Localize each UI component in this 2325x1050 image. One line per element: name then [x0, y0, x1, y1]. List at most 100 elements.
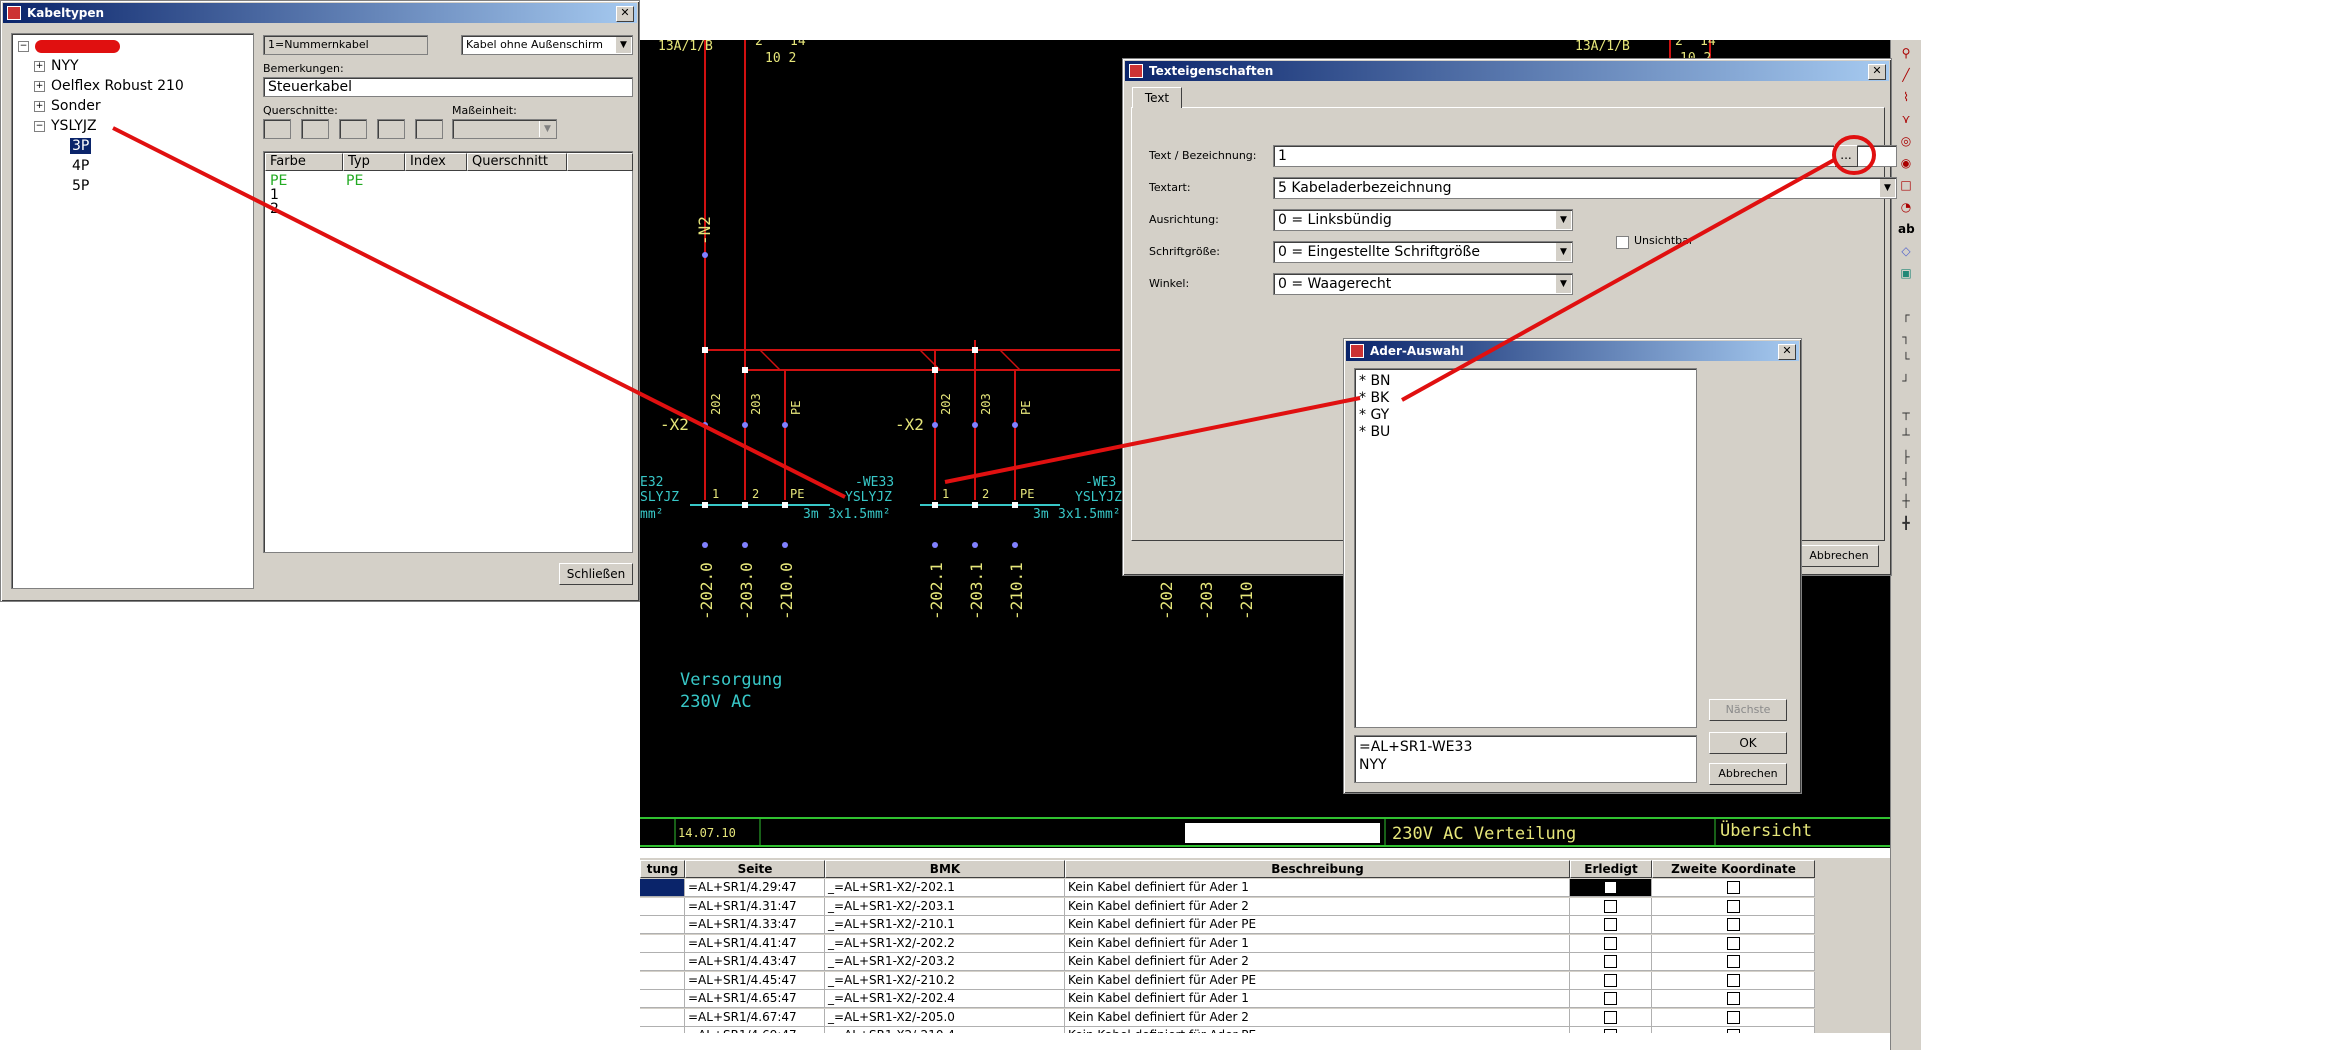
table-cell[interactable]	[640, 916, 685, 934]
table-cell[interactable]: _=AL+SR1-X2/-210.4	[825, 1027, 1065, 1033]
table-cell[interactable]: Kein Kabel definiert für Ader PE	[1065, 971, 1570, 990]
ok-button[interactable]: OK	[1709, 732, 1787, 754]
table-cell[interactable]: Kein Kabel definiert für Ader 1	[1065, 879, 1570, 897]
grid-header-zweite-koordinate[interactable]: Zweite Koordinate	[1652, 860, 1815, 878]
expand-icon[interactable]: +	[34, 100, 45, 112]
grid-header-seite[interactable]: Seite	[685, 860, 825, 878]
corner-topleft-icon[interactable]: ┌	[1898, 308, 1914, 322]
table-cell[interactable]	[640, 1027, 685, 1033]
table-cell[interactable]	[640, 953, 685, 971]
collapse-icon[interactable]: −	[18, 40, 29, 52]
erledigt-cell[interactable]	[1570, 879, 1652, 897]
chevron-down-icon[interactable]: ▼	[1555, 243, 1571, 261]
table-cell[interactable]: Kein Kabel definiert für Ader PE	[1065, 1027, 1570, 1033]
polyline-icon[interactable]: ⌇	[1898, 90, 1914, 104]
table-cell[interactable]: Kein Kabel definiert für Ader 1	[1065, 934, 1570, 953]
table-row[interactable]: =AL+SR1/4.43:47 _=AL+SR1-X2/-203.2 Kein Ka…	[640, 953, 1815, 971]
close-icon[interactable]: ✕	[1778, 344, 1796, 360]
erledigt-checkbox[interactable]	[1604, 936, 1617, 950]
table-cell[interactable]: _=AL+SR1-X2/-203.1	[825, 897, 1065, 916]
cancel-button[interactable]: Abbrechen	[1799, 545, 1879, 567]
masseinheit-select[interactable]: ▼	[452, 119, 557, 139]
table-cell[interactable]: =AL+SR1/4.31:47	[685, 897, 825, 916]
erledigt-checkbox[interactable]	[1604, 1010, 1617, 1024]
table-row[interactable]: =AL+SR1/4.29:47 _=AL+SR1-X2/-202.1 Kein Ka…	[640, 879, 1815, 897]
table-row[interactable]: =AL+SR1/4.33:47 _=AL+SR1-X2/-210.1 Kein Ka…	[640, 916, 1815, 934]
tree-item-cable-family[interactable]: + Oelflex Robust 210	[34, 78, 184, 94]
table-cell[interactable]: Kein Kabel definiert für Ader 2	[1065, 897, 1570, 916]
text-tool-icon[interactable]: ab	[1898, 222, 1915, 236]
collapse-icon[interactable]: −	[34, 120, 45, 132]
querschnitt-field-2[interactable]	[301, 119, 329, 139]
chevron-down-icon[interactable]: ▼	[1555, 211, 1571, 229]
zweite-koordinate-checkbox[interactable]	[1726, 1010, 1740, 1024]
querschnitt-field-1[interactable]	[263, 119, 291, 139]
table-cell[interactable]: _=AL+SR1-X2/-202.4	[825, 990, 1065, 1008]
table-row[interactable]: =AL+SR1/4.65:47 _=AL+SR1-X2/-202.4 Kein Ka…	[640, 990, 1815, 1008]
erledigt-cell[interactable]	[1570, 897, 1652, 916]
tee-left-icon[interactable]: ┤	[1898, 472, 1914, 486]
table-cell[interactable]: =AL+SR1/4.43:47	[685, 953, 825, 971]
table-row[interactable]: =AL+SR1/4.69:47_=AL+SR1-X2/-210.4Kein Ka…	[640, 1027, 1815, 1033]
core-list-item[interactable]: * BN	[1359, 373, 1692, 390]
bemerkungen-input[interactable]: Steuerkabel	[263, 77, 633, 97]
zweite-koordinate-checkbox[interactable]	[1726, 881, 1740, 894]
table-cell[interactable]: Kein Kabel definiert für Ader 2	[1065, 1008, 1570, 1027]
table-cell[interactable]: =AL+SR1/4.69:47	[685, 1027, 825, 1033]
expand-icon[interactable]: +	[34, 60, 45, 72]
chevron-down-icon[interactable]: ▼	[615, 37, 631, 53]
tree-item-cable-family[interactable]: − YSLYJZ	[34, 118, 97, 134]
table-cell[interactable]: _=AL+SR1-X2/-202.1	[825, 879, 1065, 897]
line-icon[interactable]: ╱	[1898, 68, 1914, 82]
core-listbox[interactable]: * BN * BK * GY * BU	[1354, 368, 1697, 728]
grid-header-beschreibung[interactable]: Beschreibung	[1065, 860, 1570, 878]
cores-column-header[interactable]: Farbe	[265, 153, 343, 171]
querschnitt-field-4[interactable]	[377, 119, 405, 139]
erledigt-cell[interactable]	[1570, 971, 1652, 990]
table-cell[interactable]: _=AL+SR1-X2/-203.2	[825, 953, 1065, 971]
field-input[interactable]: 1	[1273, 145, 1897, 167]
tree-item-variant[interactable]: 3P	[70, 138, 92, 154]
field-input[interactable]: 5 Kabeladerbezeichnung ▼	[1273, 177, 1897, 199]
table-cell[interactable]	[640, 879, 685, 897]
chevron-down-icon[interactable]: ▼	[539, 121, 555, 137]
erledigt-cell[interactable]	[1570, 1008, 1652, 1027]
erledigt-cell[interactable]	[1570, 934, 1652, 953]
tree-item-cable-family[interactable]: + Sonder	[34, 98, 101, 114]
table-cell[interactable]: _=AL+SR1-X2/-205.0	[825, 1008, 1065, 1027]
core-list-item[interactable]: * BK	[1359, 390, 1692, 407]
cancel-button[interactable]: Abbrechen	[1709, 763, 1787, 785]
core-type-cell[interactable]: PE	[346, 174, 363, 188]
querschnitt-field-3[interactable]	[339, 119, 367, 139]
zweite-koordinate-cell[interactable]	[1652, 897, 1815, 916]
tree-item-variant[interactable]: 4P	[70, 158, 91, 174]
zweite-koordinate-cell[interactable]	[1652, 971, 1815, 990]
erledigt-checkbox[interactable]	[1604, 992, 1617, 1005]
table-cell[interactable]	[640, 1008, 685, 1027]
zweite-koordinate-cell[interactable]	[1652, 1008, 1815, 1027]
table-cell[interactable]	[640, 971, 685, 990]
core-list-item[interactable]: * BU	[1359, 424, 1692, 441]
table-cell[interactable]: Kein Kabel definiert für Ader 1	[1065, 990, 1570, 1008]
erledigt-checkbox[interactable]	[1604, 955, 1617, 968]
table-cell[interactable]: Kein Kabel definiert für Ader 2	[1065, 953, 1570, 971]
grid-header-bmk[interactable]: BMK	[825, 860, 1065, 878]
field-input[interactable]: 0 = Eingestellte Schriftgröße ▼	[1273, 241, 1573, 263]
field-input[interactable]: 0 = Waagerecht ▼	[1273, 273, 1573, 295]
tree-item-cable-family[interactable]: + NYY	[34, 58, 79, 74]
zweite-koordinate-cell[interactable]	[1652, 934, 1815, 953]
zweite-koordinate-checkbox[interactable]	[1726, 936, 1740, 950]
chevron-down-icon[interactable]: ▼	[1879, 179, 1895, 197]
close-button[interactable]: Schließen	[559, 563, 633, 585]
tree-item-variant[interactable]: 5P	[70, 178, 91, 194]
core-list-item[interactable]: * GY	[1359, 407, 1692, 424]
zweite-koordinate-checkbox[interactable]	[1726, 1029, 1740, 1033]
tree-root[interactable]: −	[18, 38, 120, 54]
chevron-down-icon[interactable]: ▼	[1555, 275, 1571, 293]
ellipsis-button[interactable]: ...	[1834, 145, 1858, 167]
table-cell[interactable]: _=AL+SR1-X2/-210.1	[825, 916, 1065, 934]
table-cell[interactable]: =AL+SR1/4.67:47	[685, 1008, 825, 1027]
cross-icon[interactable]: ┼	[1898, 494, 1914, 508]
corner-bottomleft-icon[interactable]: └	[1898, 352, 1914, 366]
zweite-koordinate-checkbox[interactable]	[1726, 918, 1740, 931]
